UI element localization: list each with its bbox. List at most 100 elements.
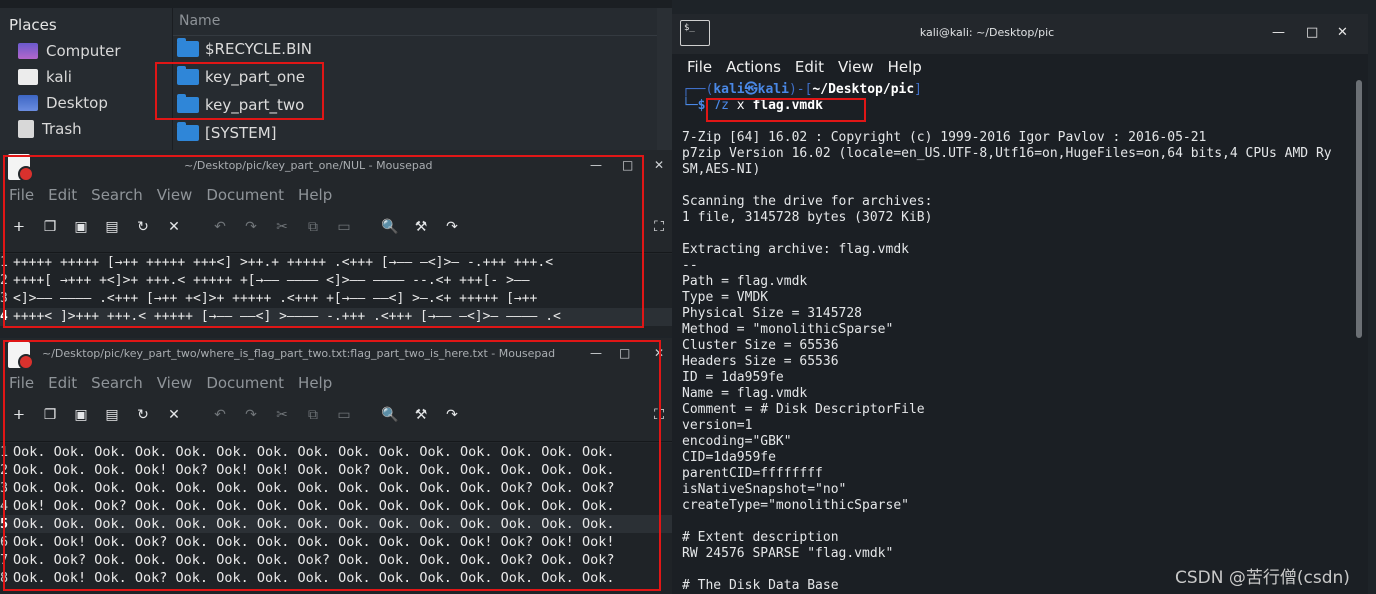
- minimize-icon[interactable]: —: [590, 346, 602, 360]
- terminal-output[interactable]: ┌──(kali㉿kali)-[~/Desktop/pic] └─$ 7z x …: [682, 82, 1354, 594]
- go-to-icon[interactable]: ↷: [444, 219, 460, 235]
- terminal-window: $_ kali@kali: ~/Desktop/pic — □ ✕ File A…: [672, 14, 1368, 594]
- places-title: Places: [9, 16, 57, 34]
- close-icon[interactable]: ✕: [1337, 25, 1348, 40]
- cut-icon[interactable]: ✂: [274, 407, 290, 423]
- paste-icon[interactable]: ▭: [336, 407, 352, 423]
- undo-icon[interactable]: ↶: [212, 219, 228, 235]
- window-title: kali@kali: ~/Desktop/pic: [919, 26, 1055, 39]
- prompt-line: ┌──(kali㉿kali)-[~/Desktop/pic]: [682, 82, 922, 97]
- new-document-icon[interactable]: 🞤: [11, 407, 27, 423]
- save-as-icon[interactable]: ▤: [104, 219, 120, 235]
- trash-icon: [18, 120, 34, 138]
- find-replace-icon[interactable]: ⚒: [413, 407, 429, 423]
- place-trash[interactable]: Trash: [18, 117, 82, 141]
- menu-edit[interactable]: Edit: [48, 374, 77, 394]
- redo-icon[interactable]: ↷: [243, 407, 259, 423]
- terminal-line: # Extent description: [682, 530, 839, 545]
- save-as-icon[interactable]: ▤: [104, 407, 120, 423]
- file-item-recycle-bin[interactable]: $RECYCLE.BIN: [177, 37, 312, 61]
- mousepad-window-part-one: ~/Desktop/pic/key_part_one/NUL - Mousepa…: [0, 150, 672, 336]
- editor-text-area[interactable]: 1 Ook. Ook. Ook. Ook. Ook. Ook. Ook. Ook.…: [0, 443, 672, 594]
- copy-icon[interactable]: ⧉: [305, 407, 321, 423]
- file-manager-toolbar-strip: [0, 0, 672, 8]
- close-document-icon[interactable]: ✕: [166, 407, 182, 423]
- save-icon[interactable]: ▣: [73, 219, 89, 235]
- menu-view[interactable]: View: [157, 186, 193, 206]
- mousepad-titlebar[interactable]: ~/Desktop/pic/key_part_one/NUL - Mousepa…: [0, 150, 672, 182]
- close-icon[interactable]: ✕: [654, 346, 664, 360]
- find-icon[interactable]: 🔍: [381, 407, 398, 423]
- new-window-icon[interactable]: ❐: [42, 219, 58, 235]
- terminal-line: --: [682, 258, 698, 273]
- file-list-scrollbar[interactable]: [657, 8, 672, 150]
- menu-edit[interactable]: Edit: [48, 186, 77, 206]
- go-to-icon[interactable]: ↷: [444, 407, 460, 423]
- place-label: Trash: [42, 120, 82, 138]
- close-icon[interactable]: ✕: [654, 158, 664, 172]
- reload-icon[interactable]: ↻: [135, 219, 151, 235]
- menu-file[interactable]: File: [9, 186, 34, 206]
- fullscreen-icon[interactable]: ⛶: [651, 407, 667, 423]
- minimize-icon[interactable]: —: [1272, 25, 1285, 40]
- terminal-line: Type = VMDK: [682, 290, 769, 305]
- editor-line: 6 Ook. Ook! Ook. Ook? Ook. Ook. Ook. Ook.…: [0, 534, 615, 550]
- terminal-titlebar[interactable]: $_ kali@kali: ~/Desktop/pic — □ ✕: [672, 14, 1368, 54]
- maximize-icon[interactable]: □: [1306, 25, 1318, 40]
- minimize-icon[interactable]: —: [590, 158, 602, 172]
- editor-line: 3 Ook. Ook. Ook. Ook. Ook. Ook. Ook. Ook.…: [0, 480, 615, 496]
- place-desktop[interactable]: Desktop: [18, 91, 108, 115]
- terminal-line: parentCID=ffffffff: [682, 466, 823, 481]
- find-replace-icon[interactable]: ⚒: [413, 219, 429, 235]
- file-item-system[interactable]: [SYSTEM]: [177, 121, 277, 145]
- place-computer[interactable]: Computer: [18, 39, 121, 63]
- terminal-line: Comment = # Disk DescriptorFile: [682, 402, 925, 417]
- terminal-line: RW 24576 SPARSE "flag.vmdk": [682, 546, 894, 561]
- menu-file[interactable]: File: [9, 374, 34, 394]
- new-document-icon[interactable]: 🞤: [11, 219, 27, 235]
- reload-icon[interactable]: ↻: [135, 407, 151, 423]
- menu-search[interactable]: Search: [91, 186, 143, 206]
- redo-icon[interactable]: ↷: [243, 219, 259, 235]
- file-item-key-part-one[interactable]: key_part_one: [177, 65, 305, 89]
- menu-search[interactable]: Search: [91, 374, 143, 394]
- command-line: └─$ 7z x flag.vmdk: [682, 98, 823, 113]
- terminal-line: Headers Size = 65536: [682, 354, 839, 369]
- menu-view[interactable]: View: [157, 374, 193, 394]
- file-item-key-part-two[interactable]: key_part_two: [177, 93, 304, 117]
- maximize-icon[interactable]: □: [622, 158, 633, 172]
- editor-divider: [0, 252, 672, 253]
- editor-line: 1 +++++ +++++ [→++ +++++ +++<] >++.+ ++++…: [0, 255, 554, 270]
- menu-help[interactable]: Help: [298, 374, 332, 394]
- menu-file[interactable]: File: [687, 58, 712, 78]
- mousepad-titlebar[interactable]: ~/Desktop/pic/key_part_two/where_is_flag…: [0, 338, 672, 370]
- copy-icon[interactable]: ⧉: [305, 219, 321, 235]
- menu-document[interactable]: Document: [206, 186, 284, 206]
- menu-edit[interactable]: Edit: [795, 58, 824, 78]
- menu-help[interactable]: Help: [298, 186, 332, 206]
- cut-icon[interactable]: ✂: [274, 219, 290, 235]
- undo-icon[interactable]: ↶: [212, 407, 228, 423]
- editor-line: 7 Ook. Ook? Ook. Ook. Ook. Ook. Ook. Ook?…: [0, 552, 615, 568]
- menu-help[interactable]: Help: [888, 58, 922, 78]
- fullscreen-icon[interactable]: ⛶: [651, 219, 667, 235]
- folder-icon: [177, 66, 199, 85]
- new-window-icon[interactable]: ❐: [42, 407, 58, 423]
- terminal-line: 1 file, 3145728 bytes (3072 KiB): [682, 210, 933, 225]
- menu-view[interactable]: View: [838, 58, 874, 78]
- mousepad-window-part-two: ~/Desktop/pic/key_part_two/where_is_flag…: [0, 338, 672, 594]
- save-icon[interactable]: ▣: [73, 407, 89, 423]
- column-header-name[interactable]: Name: [179, 13, 220, 29]
- terminal-scrollbar[interactable]: [1356, 80, 1362, 338]
- find-icon[interactable]: 🔍: [381, 219, 398, 235]
- editor-text-area[interactable]: 1 +++++ +++++ [→++ +++++ +++<] >++.+ ++++…: [0, 254, 672, 336]
- menu-actions[interactable]: Actions: [726, 58, 781, 78]
- menu-document[interactable]: Document: [206, 374, 284, 394]
- terminal-line: createType="monolithicSparse": [682, 498, 909, 513]
- file-manager: Places Computer kali Desktop Trash Name …: [0, 0, 673, 150]
- maximize-icon[interactable]: □: [619, 346, 630, 360]
- place-kali[interactable]: kali: [18, 65, 72, 89]
- paste-icon[interactable]: ▭: [336, 219, 352, 235]
- close-document-icon[interactable]: ✕: [166, 219, 182, 235]
